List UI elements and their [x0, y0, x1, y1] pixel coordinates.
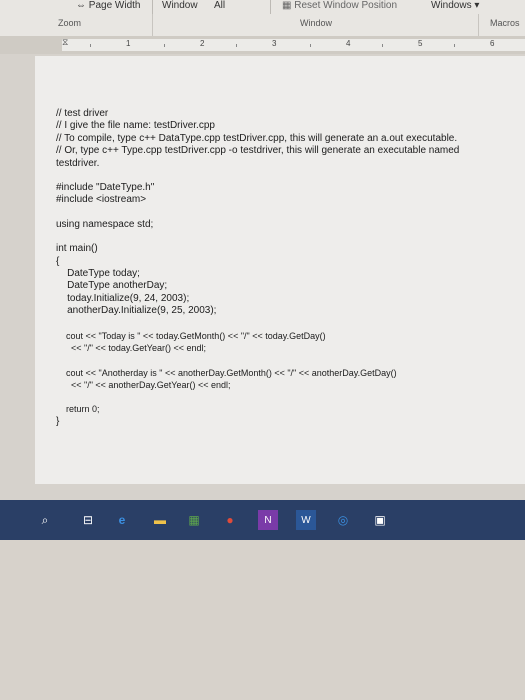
ribbon: ⇔ Page Width Window All ▦ Reset Window P…	[0, 0, 525, 36]
ruler-tick	[90, 44, 91, 47]
taskbar: ⌕ ⊟ e ▬ ▦ ● N W ◎ ▣	[0, 500, 525, 540]
ruler-mark: 2	[200, 39, 205, 48]
include-line: #include <iostream>	[56, 194, 147, 206]
ruler-tick	[310, 44, 311, 47]
ruler-tick	[164, 44, 165, 47]
file-explorer-icon[interactable]: ▬	[150, 510, 170, 530]
page-width-icon: ⇔	[76, 0, 86, 11]
group-divider	[152, 14, 153, 36]
indent-marker-icon[interactable]: ⧖	[62, 37, 68, 48]
task-view-icon[interactable]: ⊟	[78, 510, 98, 530]
using-line: using namespace std;	[56, 218, 154, 230]
ruler-mark: 6	[490, 39, 495, 48]
code-line: DateType anotherDay;	[56, 280, 168, 292]
code-line: << "/" << anotherDay.GetYear() << endl;	[56, 379, 231, 390]
group-divider	[478, 14, 479, 36]
page-width-button[interactable]: ⇔ Page Width	[76, 0, 140, 14]
code-line: << "/" << today.GetYear() << endl;	[56, 343, 206, 354]
ruler-mark: 5	[418, 39, 423, 48]
include-line: #include "DateType.h"	[56, 182, 155, 194]
comment-line: // Or, type c++ Type.cpp testDriver.cpp …	[56, 145, 460, 157]
arrange-all-button[interactable]: All	[214, 0, 225, 14]
open-brace-line: {	[56, 255, 60, 267]
ruler-mark: 3	[272, 39, 277, 48]
reset-window-icon: ▦	[282, 0, 292, 11]
ruler-mark: 4	[346, 39, 351, 48]
close-brace-line: }	[56, 415, 60, 427]
desk-surface	[0, 540, 525, 700]
chevron-down-icon: ▾	[474, 0, 480, 11]
edge-icon[interactable]: e	[112, 510, 132, 530]
code-line: anotherDay.Initialize(9, 25, 2003);	[56, 305, 217, 317]
comment-line: // To compile, type c++ DataType.cpp tes…	[56, 132, 458, 144]
word-icon[interactable]: W	[296, 510, 316, 530]
code-line: cout << "Today is " << today.GetMonth() …	[56, 330, 326, 341]
horizontal-ruler: 1 2 3 4 5 6 ⧖	[0, 36, 525, 54]
search-icon[interactable]: ⌕	[35, 510, 55, 530]
document-body[interactable]: // test driver // I give the file name: …	[56, 108, 516, 428]
ruler-mark: 1	[126, 39, 131, 48]
store-icon[interactable]: ▦	[184, 510, 204, 530]
new-window-button[interactable]: Window	[162, 0, 198, 14]
code-line: cout << "Anotherday is " << anotherDay.G…	[56, 367, 397, 378]
switch-windows-dropdown[interactable]: Windows ▾	[431, 0, 479, 14]
zoom-group-label: Zoom	[58, 18, 82, 28]
comment-line: // test driver	[56, 108, 109, 119]
comment-line: testdriver.	[56, 157, 100, 169]
ruler-tick	[454, 44, 455, 47]
ruler-tick	[236, 44, 237, 47]
main-signature-line: int main()	[56, 243, 98, 255]
reset-window-position-button[interactable]: ▦ Reset Window Position	[282, 0, 397, 14]
return-line: return 0;	[56, 404, 100, 415]
macros-group-label: Macros	[490, 18, 520, 28]
code-line: DateType today;	[56, 268, 140, 280]
code-line: today.Initialize(9, 24, 2003);	[56, 292, 190, 304]
media-icon[interactable]: ◎	[333, 510, 353, 530]
ruler-tick	[382, 44, 383, 47]
ribbon-divider	[152, 0, 153, 14]
app-icon[interactable]: ▣	[370, 510, 390, 530]
ribbon-divider	[270, 0, 271, 14]
comment-line: // I give the file name: testDriver.cpp	[56, 120, 215, 132]
onenote-icon[interactable]: N	[258, 510, 278, 530]
window-group-label: Window	[300, 18, 333, 28]
chrome-icon[interactable]: ●	[220, 510, 240, 530]
ruler-track	[62, 39, 525, 51]
